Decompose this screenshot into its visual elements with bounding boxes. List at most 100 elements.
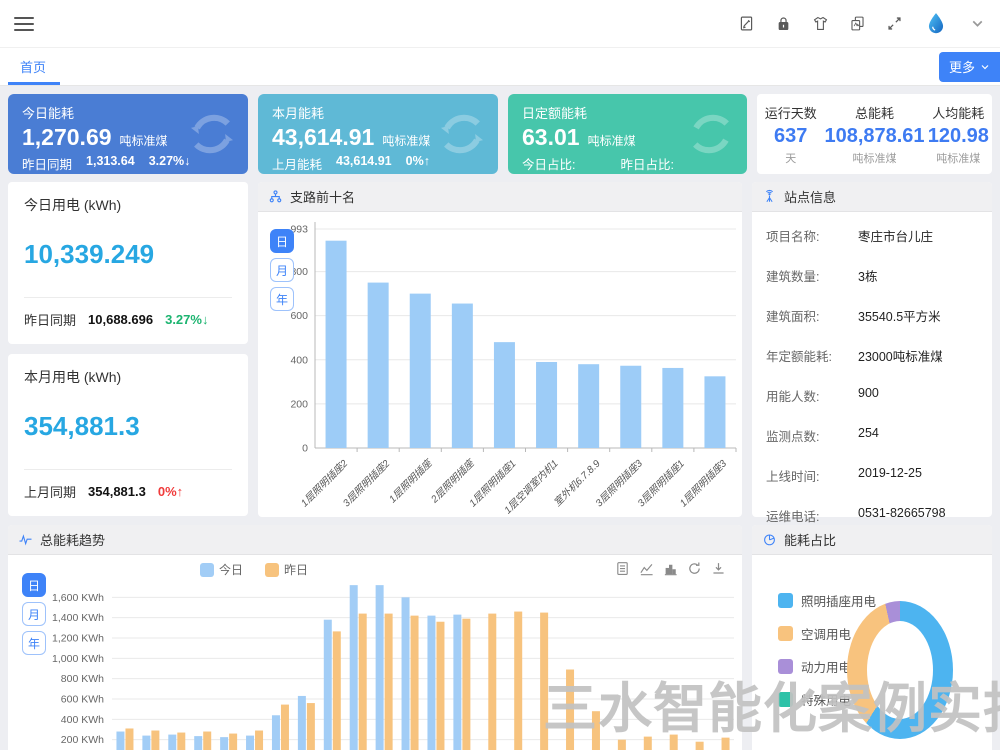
- kpi-sub-label: 昨日同期: [22, 154, 72, 173]
- bottom-row: 总能耗趋势 今日昨日 日月年 200 KWh400 KWh600 KWh800 …: [8, 525, 992, 750]
- note-edit-icon[interactable]: [738, 15, 755, 32]
- site-info-panel: 站点信息 项目名称:枣庄市台儿庄建筑数量:3栋建筑面积:35540.5平方米年定…: [752, 182, 992, 517]
- svg-text:0: 0: [302, 443, 308, 455]
- chevron-down-icon[interactable]: [969, 15, 986, 32]
- stat-label: 运行天数: [757, 103, 824, 122]
- svg-text:600: 600: [290, 310, 308, 322]
- menu-toggle-icon[interactable]: [14, 13, 34, 35]
- period-day-button[interactable]: 日: [270, 229, 294, 253]
- svg-text:200 KWh: 200 KWh: [61, 734, 104, 746]
- summary-stat: 人均能耗120.98吨标准煤: [925, 103, 992, 166]
- kpi-sub-value: 43,614.91: [336, 154, 392, 173]
- water-drop-logo[interactable]: [923, 11, 949, 37]
- kpi-sub-value: 1,313.64: [86, 154, 135, 173]
- summary-stat: 总能耗 108,878.61 吨标准煤: [824, 103, 924, 166]
- theme-shirt-icon[interactable]: [812, 15, 829, 32]
- kpi-sub-label: 上月能耗: [272, 154, 322, 173]
- donut-hole: [867, 621, 933, 719]
- card-title: 今日用电 (kWh): [24, 195, 232, 215]
- kpi-unit: 吨标准煤: [588, 132, 636, 149]
- stat-label: 总能耗: [824, 103, 924, 122]
- site-row-label: 用能人数:: [766, 386, 858, 405]
- site-row-label: 监测点数:: [766, 426, 858, 445]
- card-value: 354,881.3: [24, 411, 232, 442]
- site-row-label: 建筑面积:: [766, 306, 858, 325]
- kpi-card-daily-quota: 日定额能耗 63.01吨标准煤 今日占比: 2,016.54% 昨日占比: 2,…: [508, 94, 747, 174]
- kpi-ratio-today: 今日占比: 2,016.54%: [522, 154, 621, 174]
- energy-trend-panel: 总能耗趋势 今日昨日 日月年 200 KWh400 KWh600 KWh800 …: [8, 525, 742, 750]
- panel-title: 站点信息: [784, 187, 836, 206]
- energy-proportion-panel: 能耗占比 照明插座用电空调用电动力用电特殊用电: [752, 525, 992, 750]
- period-day-button[interactable]: 日: [22, 573, 46, 597]
- stat-unit: 吨标准煤: [824, 150, 924, 166]
- site-info-row: 项目名称:枣庄市台儿庄: [766, 226, 978, 245]
- period-month-button[interactable]: 月: [270, 258, 294, 282]
- svg-text:400: 400: [290, 354, 308, 366]
- kpi-unit: 吨标准煤: [382, 132, 430, 149]
- panel-header: 站点信息: [752, 182, 992, 212]
- site-info-row: 运维电话:0531-82665798: [766, 506, 978, 525]
- period-month-button[interactable]: 月: [22, 602, 46, 626]
- branch-bar-chart: 02004006008009931层照明插座23层照明插座21层照明插座2层照明…: [258, 214, 742, 514]
- fullscreen-icon[interactable]: [886, 15, 903, 32]
- legend-item[interactable]: 照明插座用电: [778, 591, 876, 610]
- panel-title: 支路前十名: [290, 187, 355, 206]
- pulse-icon: [18, 532, 33, 547]
- period-year-button[interactable]: 年: [270, 287, 294, 311]
- site-row-label: 上线时间:: [766, 466, 858, 485]
- kpi-change: 0%↑: [406, 154, 430, 173]
- app-header: [0, 0, 1000, 48]
- recycle-icon: [683, 106, 739, 162]
- month-electric-card: 本月用电 (kWh) 354,881.3 上月同期354,881.30%↑: [8, 354, 248, 516]
- lock-icon[interactable]: [775, 15, 792, 32]
- chevron-down-icon: [980, 62, 990, 72]
- site-info-row: 年定额能耗:23000吨标准煤: [766, 346, 978, 365]
- legend-swatch: [778, 692, 793, 707]
- svg-text:400 KWh: 400 KWh: [61, 714, 104, 726]
- recycle-icon: [184, 106, 240, 162]
- trend-bar-chart: 200 KWh400 KWh600 KWh800 KWh1,000 KWh1,2…: [8, 567, 742, 750]
- sub-label: 上月同期: [24, 482, 76, 501]
- summary-stats-panel: 运行天数637天总能耗108,878.61吨标准煤人均能耗120.98吨标准煤: [757, 94, 992, 174]
- site-row-value: 23000吨标准煤: [858, 346, 943, 365]
- site-row-label: 建筑数量:: [766, 266, 858, 285]
- site-info-row: 建筑数量:3栋: [766, 266, 978, 285]
- period-year-button[interactable]: 年: [22, 631, 46, 655]
- sub-label: 昨日同期: [24, 310, 76, 329]
- sub-value: 354,881.3: [88, 484, 146, 499]
- tab-home-label: 首页: [20, 57, 46, 76]
- legend-swatch: [778, 626, 793, 641]
- summary-stat: 运行天数 637 天: [757, 103, 824, 166]
- site-row-label: 运维电话:: [766, 506, 858, 525]
- tab-active-underline: [8, 82, 60, 85]
- stat-value: 637: [757, 125, 824, 148]
- panel-header: 能耗占比: [752, 525, 992, 555]
- kpi-row: 今日能耗 1,270.69吨标准煤 昨日同期1,313.643.27%↓ 本月能…: [8, 94, 992, 174]
- site-row-value: 254: [858, 426, 879, 445]
- change-percent: 3.27%↓: [165, 312, 208, 327]
- card-title: 本月用电 (kWh): [24, 367, 232, 387]
- electric-column: 今日用电 (kWh) 10,339.249 昨日同期 10,688.696 3.27…: [8, 182, 248, 517]
- kpi-value: 1,270.69: [22, 124, 112, 151]
- legend-label: 空调用电: [801, 624, 851, 643]
- tab-home[interactable]: 首页: [14, 48, 52, 85]
- sub-value: 10,688.696: [88, 312, 153, 327]
- stat-value: 108,878.61: [824, 125, 924, 148]
- branch-top-ten-panel: 支路前十名 日月年 02004006008009931层照明插座23层照明插座2…: [258, 182, 742, 517]
- site-row-value: 900: [858, 386, 879, 405]
- kpi-unit: 吨标准煤: [120, 132, 168, 149]
- site-info-row: 上线时间:2019-12-25: [766, 466, 978, 485]
- legend-label: 动力用电: [801, 657, 851, 676]
- site-info-row: 监测点数:254: [766, 426, 978, 445]
- svg-text:600 KWh: 600 KWh: [61, 694, 104, 706]
- svg-text:800 KWh: 800 KWh: [61, 673, 104, 685]
- stat-unit: 天: [757, 150, 824, 166]
- stat-unit: 吨标准煤: [925, 150, 992, 166]
- org-branch-icon: [268, 189, 283, 204]
- card-value: 10,339.249: [24, 239, 232, 270]
- kpi-card-month-energy: 本月能耗 43,614.91吨标准煤 上月能耗43,614.910%↑: [258, 94, 498, 174]
- more-button[interactable]: 更多: [939, 52, 1000, 82]
- legend-swatch: [778, 659, 793, 674]
- site-row-value: 3栋: [858, 266, 877, 285]
- copy-pages-icon[interactable]: [849, 15, 866, 32]
